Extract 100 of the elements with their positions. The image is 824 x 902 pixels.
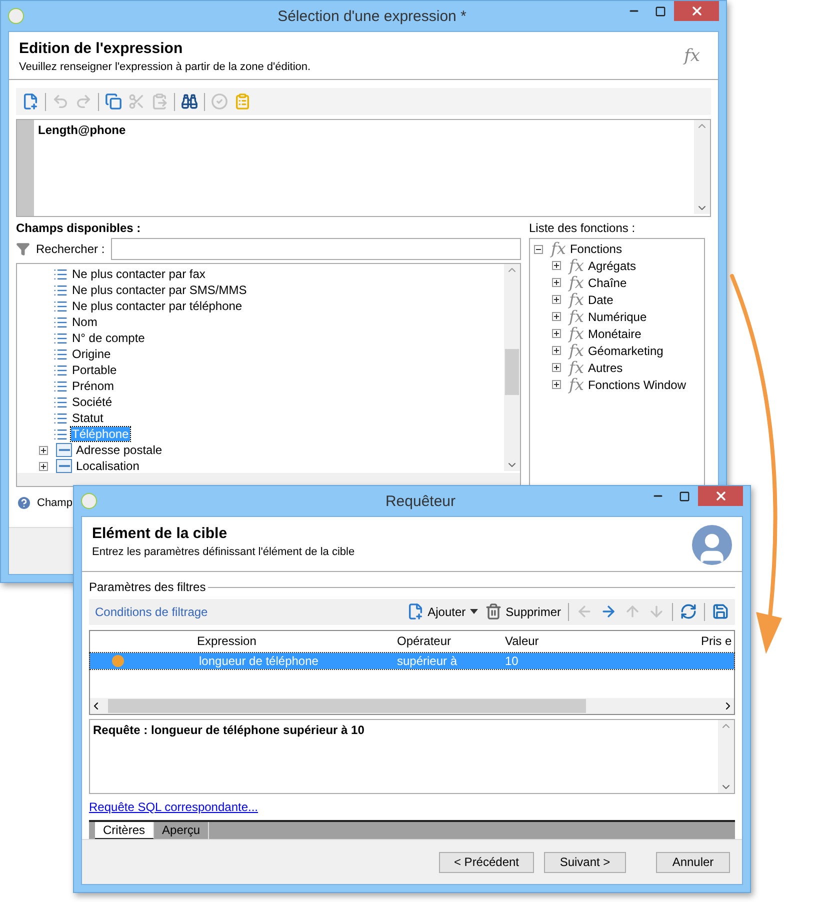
delete-button[interactable]: Supprimer — [484, 603, 561, 620]
function-glyph: fx — [569, 326, 584, 342]
function-glyph: fx — [551, 241, 566, 257]
field-icon — [53, 410, 68, 426]
close-icon — [690, 4, 704, 18]
expand-toggle[interactable] — [39, 462, 48, 470]
tree-item[interactable]: Société — [71, 395, 114, 409]
expand-toggle[interactable] — [552, 278, 561, 287]
maximize-icon — [679, 490, 690, 502]
tree-item[interactable]: Autres — [586, 360, 624, 374]
tree-item[interactable]: Géomarketing — [586, 344, 664, 358]
column-header[interactable]: Pris e — [698, 634, 734, 648]
table-cell-text: 10 — [504, 654, 520, 668]
refresh-filter-icon[interactable] — [680, 603, 697, 620]
tree-item[interactable]: Ne plus contacter par SMS/MMS — [71, 283, 248, 297]
functions-label: Liste des fonctions : — [529, 221, 636, 235]
field-icon — [53, 282, 68, 298]
filter-icon — [16, 242, 30, 256]
query-text: Requête : longueur de téléphone supérieur à 10 — [92, 722, 366, 739]
fields-label: Champs disponibles : — [16, 221, 142, 235]
dialog-subtitle: Veuillez renseigner l'expression à partir de la zone d'édition. — [19, 61, 312, 73]
app-icon — [8, 8, 24, 24]
new-file-icon[interactable] — [22, 93, 39, 110]
copy-icon[interactable] — [105, 93, 122, 110]
scrollbar[interactable] — [694, 120, 710, 214]
close-button[interactable] — [674, 1, 719, 21]
scrollbar[interactable] — [504, 264, 520, 471]
arrow-right-icon[interactable] — [600, 603, 617, 620]
conditions-link[interactable]: Conditions de filtrage — [95, 604, 208, 619]
window-title: Sélection d'une expression * — [276, 8, 468, 24]
function-glyph: fx — [569, 342, 584, 358]
search-label: Rechercher : — [36, 242, 105, 256]
tree-item[interactable]: Nom — [71, 315, 98, 329]
tree-item[interactable]: Localisation — [75, 459, 140, 473]
app-icon — [81, 493, 97, 509]
function-glyph: fx — [569, 292, 584, 308]
clipboard-icon[interactable] — [234, 93, 251, 110]
tree-item[interactable]: Fonctions Window — [586, 378, 687, 392]
tree-item[interactable]: Fonctions — [568, 242, 623, 256]
function-glyph: fx — [569, 258, 584, 274]
tree-item[interactable]: Numérique — [586, 310, 648, 324]
tree-item[interactable]: Chaîne — [586, 276, 628, 290]
horizontal-scrollbar[interactable] — [17, 473, 520, 486]
expand-toggle[interactable] — [552, 261, 561, 270]
tree-item[interactable]: Portable — [71, 363, 118, 377]
expand-toggle[interactable] — [552, 346, 561, 355]
sql-link[interactable]: Requête SQL correspondante... — [89, 800, 735, 814]
tab[interactable]: Critères — [95, 822, 154, 839]
expand-toggle[interactable] — [552, 380, 561, 389]
field-icon — [53, 298, 68, 314]
table-cell-text: longueur de téléphone — [198, 654, 320, 668]
column-header[interactable]: Opérateur — [394, 634, 502, 648]
tree-item[interactable]: Ne plus contacter par téléphone — [71, 299, 244, 313]
expand-toggle[interactable] — [552, 363, 561, 372]
binoculars-icon[interactable] — [181, 93, 198, 110]
expand-toggle[interactable] — [534, 244, 543, 254]
column-header[interactable]: Valeur — [502, 634, 698, 648]
horizontal-scrollbar[interactable] — [90, 698, 734, 714]
field-icon — [53, 330, 68, 346]
field-icon — [53, 346, 68, 362]
close-button[interactable] — [698, 486, 743, 506]
column-header[interactable]: Expression — [194, 634, 394, 648]
expand-toggle[interactable] — [552, 295, 561, 304]
function-glyph: fx — [569, 274, 584, 290]
close-icon — [714, 489, 728, 503]
scrollbar-thumb[interactable] — [505, 349, 519, 395]
function-glyph: fx — [684, 48, 700, 65]
function-glyph: fx — [569, 376, 584, 392]
field-icon — [53, 394, 68, 410]
maximize-icon — [655, 6, 666, 16]
scrollbar-thumb[interactable] — [108, 698, 586, 713]
tree-item[interactable]: Monétaire — [586, 326, 642, 340]
expression-editor[interactable]: Length@phone — [16, 119, 711, 217]
tree-item[interactable]: Ne plus contacter par fax — [71, 267, 206, 281]
window-title: Requêteur — [384, 492, 457, 510]
field-icon — [53, 378, 68, 394]
trash-icon[interactable] — [484, 603, 502, 620]
field-icon — [53, 362, 68, 378]
scrollbar[interactable] — [718, 720, 734, 793]
next-button[interactable]: Suivant > — [544, 852, 626, 872]
tree-item[interactable]: Statut — [71, 411, 104, 425]
search-field[interactable] — [110, 238, 521, 260]
save-icon[interactable] — [712, 603, 729, 620]
tree-item[interactable]: N° de compte — [71, 331, 146, 345]
new-file-icon[interactable] — [406, 603, 424, 620]
expression-text: Length@phone — [37, 122, 127, 139]
expand-toggle[interactable] — [552, 329, 561, 338]
add-button[interactable]: Ajouter — [406, 603, 478, 620]
cancel-button[interactable]: Annuler — [656, 852, 730, 872]
dialog-heading: Edition de l'expression — [19, 40, 184, 57]
folder-icon — [56, 443, 72, 457]
tree-item[interactable]: Origine — [71, 347, 112, 361]
tree-item[interactable]: Prénom — [71, 379, 116, 393]
tree-item[interactable]: Agrégats — [586, 258, 637, 272]
tree-item[interactable]: Date — [586, 292, 614, 306]
dropdown-caret-icon — [470, 609, 478, 614]
previous-button[interactable]: < Précédent — [439, 852, 534, 872]
expand-toggle[interactable] — [552, 312, 561, 321]
tree-item[interactable]: Adresse postale — [75, 443, 164, 457]
expand-toggle[interactable] — [39, 446, 48, 454]
